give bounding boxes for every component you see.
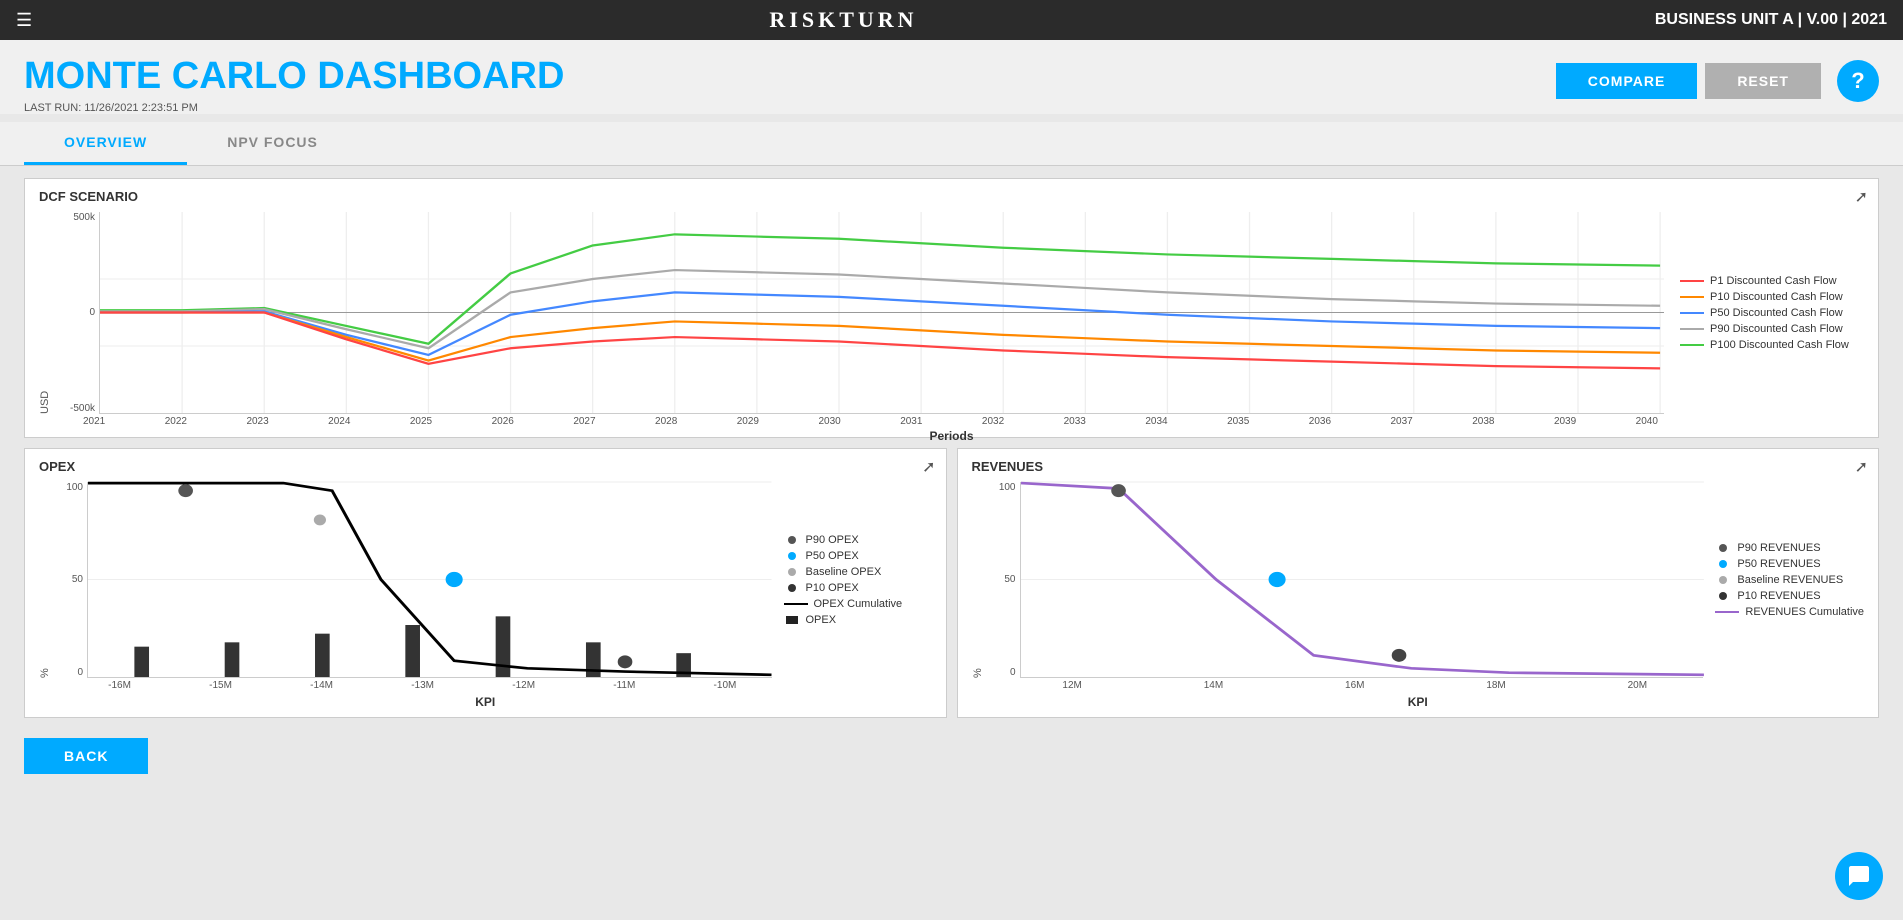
revenues-legend-cumulative-line xyxy=(1715,611,1739,613)
opex-legend-p50-icon xyxy=(784,551,800,561)
chat-button[interactable] xyxy=(1835,852,1883,900)
revenues-y-tick-mid: 50 xyxy=(1004,574,1015,585)
help-button[interactable]: ? xyxy=(1837,60,1879,102)
opex-chart-svg-container xyxy=(87,482,772,678)
opex-legend-p90: P90 OPEX xyxy=(784,534,932,546)
dcf-y-tick-top: 500k xyxy=(73,212,95,223)
opex-y-label: % xyxy=(39,482,51,678)
dcf-y-tick-mid: 0 xyxy=(89,307,95,318)
revenues-title: REVENUES xyxy=(958,449,1879,474)
legend-color-p50 xyxy=(1680,312,1704,314)
opex-legend-cumulative-line xyxy=(784,603,808,605)
dcf-x-labels: 2021202220232024202520262027202820292030… xyxy=(25,414,1878,427)
revenues-legend-p90: P90 REVENUES xyxy=(1715,542,1864,554)
back-button[interactable]: BACK xyxy=(24,738,148,774)
tab-npv-focus[interactable]: NPV FOCUS xyxy=(187,122,358,165)
opex-title: OPEX xyxy=(25,449,946,474)
legend-item-p50: P50 Discounted Cash Flow xyxy=(1680,307,1864,319)
revenues-panel: REVENUES ➚ % 100 50 0 xyxy=(957,448,1880,718)
revenues-legend-p50: P50 REVENUES xyxy=(1715,558,1864,570)
opex-legend-baseline-icon xyxy=(784,567,800,577)
revenues-legend-baseline-icon xyxy=(1715,575,1731,585)
legend-item-p1: P1 Discounted Cash Flow xyxy=(1680,275,1864,287)
revenues-legend: P90 REVENUES P50 REVENUES Baseline REVEN… xyxy=(1703,482,1864,678)
tab-overview[interactable]: OVERVIEW xyxy=(24,122,187,165)
reset-button[interactable]: RESET xyxy=(1705,63,1821,99)
revenues-legend-baseline: Baseline REVENUES xyxy=(1715,574,1864,586)
revenues-y-tick-bot: 0 xyxy=(1010,667,1016,678)
header-right: COMPARE RESET ? xyxy=(1556,60,1879,102)
chat-icon xyxy=(1847,864,1871,888)
opex-expand-icon[interactable]: ➚ xyxy=(922,457,935,477)
opex-legend-opex-icon xyxy=(784,615,800,625)
hamburger-icon[interactable]: ☰ xyxy=(16,10,32,31)
dcf-legend: P1 Discounted Cash Flow P10 Discounted C… xyxy=(1664,212,1864,414)
opex-legend-opex: OPEX xyxy=(784,614,932,626)
opex-legend-p10-icon xyxy=(784,583,800,593)
revenues-legend-p50-icon xyxy=(1715,559,1731,569)
opex-chart-area: % 100 50 0 xyxy=(25,478,946,678)
opex-y-tick-bot: 0 xyxy=(77,667,83,678)
opex-legend-p50: P50 OPEX xyxy=(784,550,932,562)
opex-legend: P90 OPEX P50 OPEX Baseline OPEX P10 OPEX xyxy=(772,482,932,678)
dcf-chart-area: USD 500k 0 -500k xyxy=(25,204,1878,414)
revenues-legend-p10: P10 REVENUES xyxy=(1715,590,1864,602)
page-header: MONTE CARLO DASHBOARD LAST RUN: 11/26/20… xyxy=(0,40,1903,114)
revenues-chart-svg-container xyxy=(1020,482,1704,678)
revenues-x-title: KPI xyxy=(958,691,1879,713)
revenues-x-labels: 12M14M16M18M20M xyxy=(958,678,1879,691)
revenues-expand-icon[interactable]: ➚ xyxy=(1855,457,1868,477)
legend-color-p90 xyxy=(1680,328,1704,330)
revenues-legend-cumulative: REVENUES Cumulative xyxy=(1715,606,1864,618)
legend-item-p100: P100 Discounted Cash Flow xyxy=(1680,339,1864,351)
legend-color-p100 xyxy=(1680,344,1704,346)
opex-legend-baseline: Baseline OPEX xyxy=(784,566,932,578)
dcf-expand-icon[interactable]: ➚ xyxy=(1855,187,1868,207)
revenues-chart-svg xyxy=(1021,482,1704,677)
dcf-title: DCF SCENARIO xyxy=(25,179,1878,204)
opex-y-tick-mid: 50 xyxy=(72,574,83,585)
dcf-chart-svg xyxy=(100,212,1664,413)
opex-chart-svg xyxy=(88,482,772,677)
tab-bar: OVERVIEW NPV FOCUS xyxy=(0,122,1903,166)
legend-item-p10: P10 Discounted Cash Flow xyxy=(1680,291,1864,303)
business-unit-label: BUSINESS UNIT A | V.00 | 2021 xyxy=(1655,11,1887,29)
opex-legend-p10: P10 OPEX xyxy=(784,582,932,594)
revenues-chart-area: % 100 50 0 xyxy=(958,478,1879,678)
page-title: MONTE CARLO DASHBOARD xyxy=(24,56,564,98)
opex-x-title: KPI xyxy=(25,691,946,713)
revenues-legend-p90-icon xyxy=(1715,543,1731,553)
opex-panel: OPEX ➚ % 100 50 0 xyxy=(24,448,947,718)
legend-item-p90: P90 Discounted Cash Flow xyxy=(1680,323,1864,335)
header-left: MONTE CARLO DASHBOARD LAST RUN: 11/26/20… xyxy=(24,56,564,114)
main-content: DCF SCENARIO ➚ USD 500k 0 -500k xyxy=(0,166,1903,730)
revenues-legend-p10-icon xyxy=(1715,591,1731,601)
revenues-y-label: % xyxy=(972,482,984,678)
compare-button[interactable]: COMPARE xyxy=(1556,63,1698,99)
dcf-y-tick-bot: -500k xyxy=(70,403,95,414)
opex-legend-cumulative: OPEX Cumulative xyxy=(784,598,932,610)
dcf-x-title: Periods xyxy=(25,427,1878,447)
bottom-row: OPEX ➚ % 100 50 0 xyxy=(24,448,1879,718)
last-run-label: LAST RUN: 11/26/2021 2:23:51 PM xyxy=(24,102,564,114)
legend-color-p1 xyxy=(1680,280,1704,282)
dcf-panel: DCF SCENARIO ➚ USD 500k 0 -500k xyxy=(24,178,1879,438)
legend-color-p10 xyxy=(1680,296,1704,298)
revenues-y-tick-top: 100 xyxy=(999,482,1016,493)
dcf-y-label: USD xyxy=(39,212,51,414)
opex-legend-p90-icon xyxy=(784,535,800,545)
app-logo: RISKTURN xyxy=(769,7,917,33)
dcf-chart-svg-container xyxy=(99,212,1664,414)
top-nav: ☰ RISKTURN BUSINESS UNIT A | V.00 | 2021 xyxy=(0,0,1903,40)
opex-y-tick-top: 100 xyxy=(66,482,83,493)
back-section: BACK xyxy=(0,730,1903,782)
opex-x-labels: -16M-15M-14M-13M-12M-11M-10M xyxy=(25,678,946,691)
